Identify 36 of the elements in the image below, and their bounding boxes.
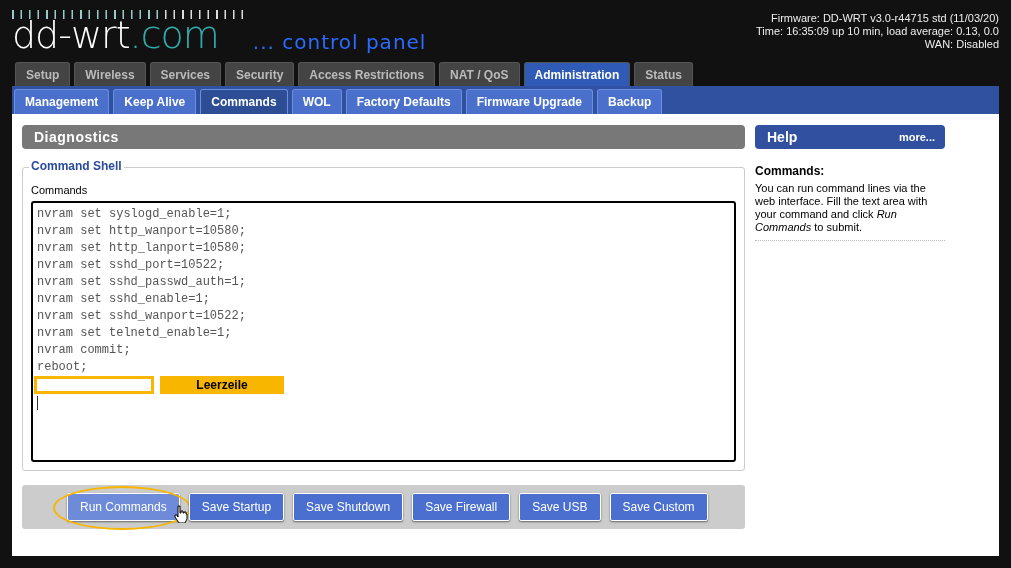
subtab[interactable]: Factory Defaults [345,89,462,114]
tab[interactable]: Wireless [74,62,146,86]
more-link[interactable]: more... [898,129,935,145]
tab[interactable]: Security [225,62,295,86]
subtab[interactable]: WOL [291,89,342,114]
subtab[interactable]: Keep Alive [113,89,197,114]
tab[interactable]: Status [634,62,693,86]
fieldset-legend: Command Shell [29,159,124,173]
tab[interactable]: NAT / QoS [439,62,520,86]
help-heading: Commands: [755,164,826,178]
wan-text: WAN: Disabled [923,38,999,51]
field-label: Commands [31,184,89,196]
command-button[interactable]: Save USB [519,493,601,521]
tab[interactable]: Access Restrictions [298,62,436,86]
section-title: Diagnostics [22,125,745,149]
command-button[interactable]: Save Shutdown [293,493,404,521]
command-button[interactable]: Run Commands [67,493,180,521]
hand-cursor-icon [174,505,188,523]
firmware-text: Firmware: DD-WRT v3.0-r44715 std (11/03/20) [769,12,999,25]
subtab[interactable]: Firmware Upgrade [465,89,594,114]
logo-tagline: ... control panel [252,31,427,53]
tab[interactable]: Administration [523,62,631,86]
command-button[interactable]: Save Startup [188,493,285,521]
tab[interactable]: Setup [15,62,71,86]
logo-text: dd-wrt.com [12,17,219,53]
help-text: You can run command lines via the web interface. Fill the text area with your command and click Run Commands to submit. [755,182,945,241]
tab[interactable]: Services [149,62,221,86]
subtab[interactable]: Commands [200,89,288,114]
subtab[interactable]: Management [14,89,110,114]
command-button[interactable]: Save Custom [609,493,708,521]
command-button[interactable]: Save Firewall [412,493,511,521]
help-title: Help [767,129,798,145]
commands-field[interactable]: nvram set syslogd_enable=1; nvram set http_wanport=10580; nvram set http_lanport=10580; nvram set sshd_port=10522; nvram set sshd_passwd_auth=1; nvram set sshd_enable=1; nvram set sshd_wanport=10522; nvram set telnetd_enable=1; nvram commit; reboot; Leerzeile [31,201,736,462]
annotation-label: Leerzeile [160,376,284,394]
subtab[interactable]: Backup [597,89,663,114]
time-text: Time: 16:35:09 up 10 min, load average: 0.13, 0.0 [756,25,999,38]
